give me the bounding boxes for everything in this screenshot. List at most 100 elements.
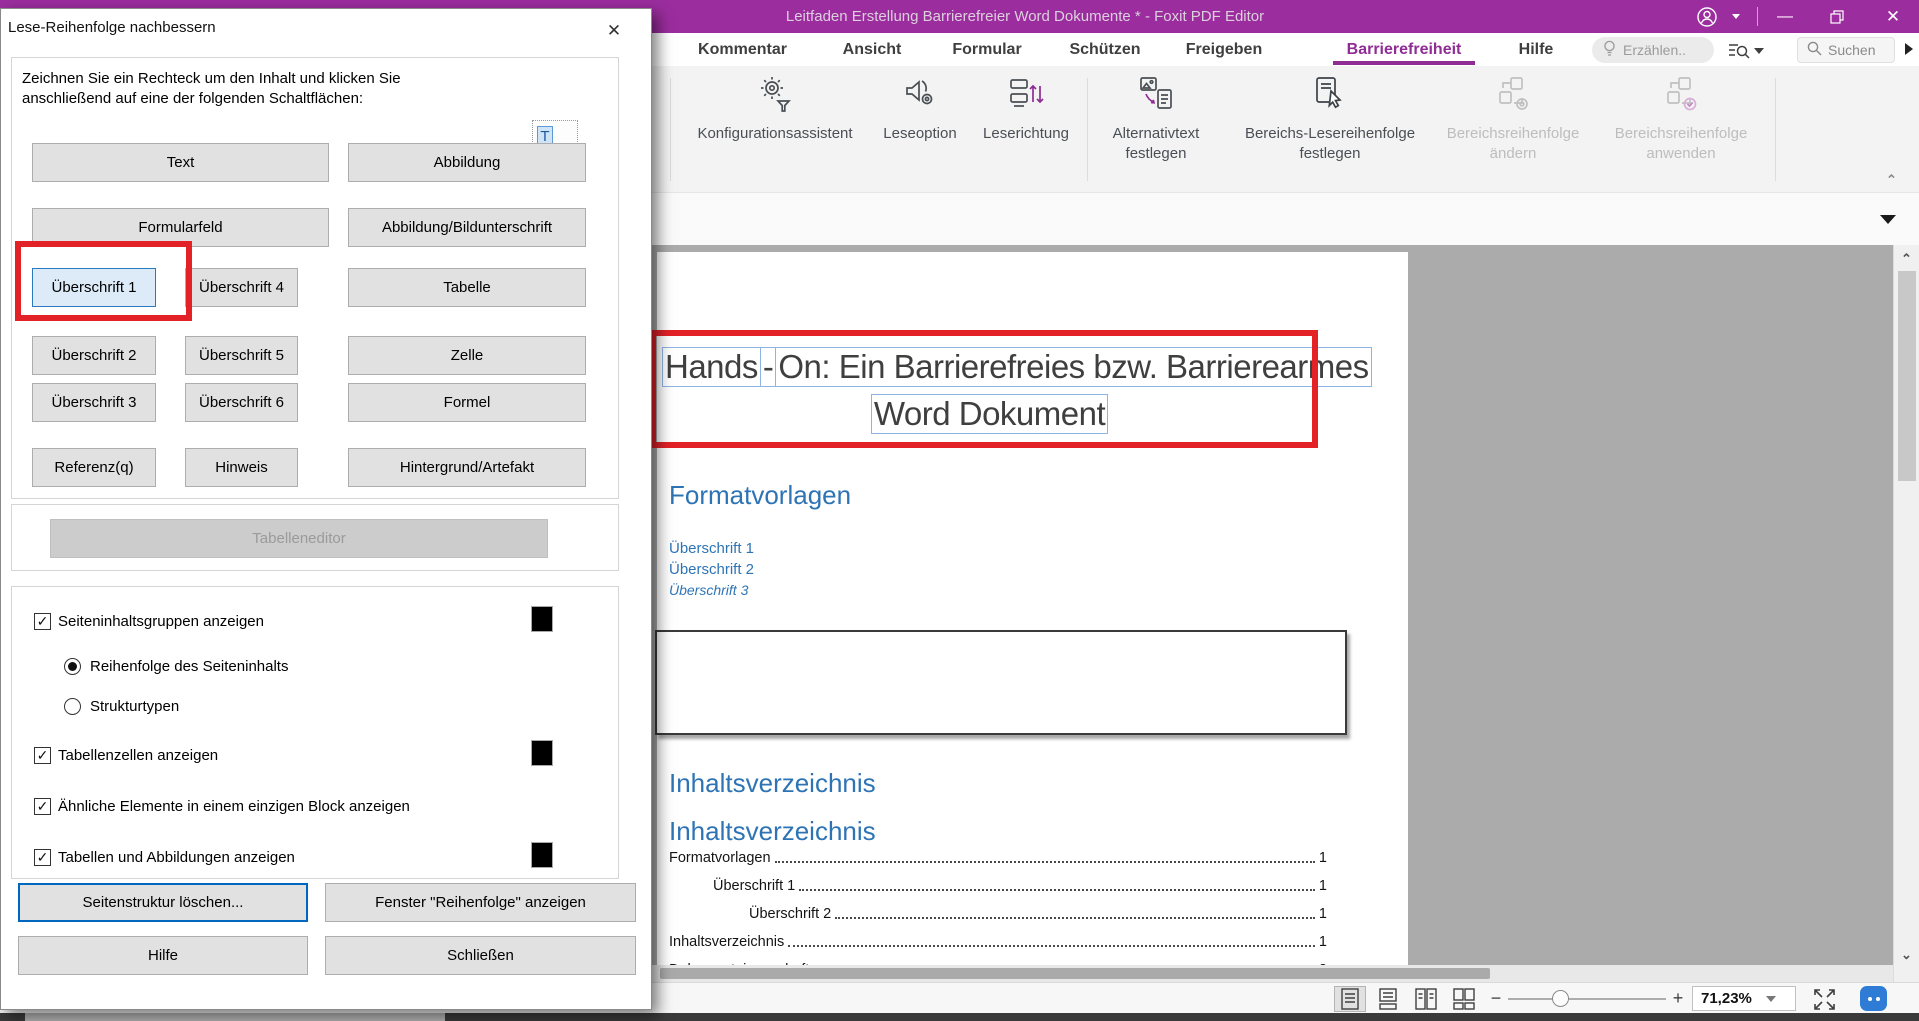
close-dialog-button[interactable]: Schließen — [325, 936, 636, 975]
tag-heading2-button[interactable]: Überschrift 2 — [32, 336, 156, 375]
zoom-slider-track[interactable] — [1508, 998, 1666, 1000]
display-options-group: ✓ Seiteninhaltsgruppen anzeigen Reihenfo… — [11, 586, 619, 879]
tab-schuetzen[interactable]: Schützen — [1069, 33, 1141, 66]
tab-hilfe[interactable]: Hilfe — [1513, 33, 1559, 66]
structure-types-radio[interactable] — [64, 698, 81, 715]
show-order-panel-button[interactable]: Fenster "Reihenfolge" anzeigen — [325, 883, 636, 922]
image-text-icon — [1137, 74, 1175, 119]
bottom-edge-band — [0, 1013, 1919, 1021]
fulltext-search-icon[interactable] — [1728, 42, 1764, 60]
search-icon — [1807, 41, 1822, 59]
single-page-view-button[interactable] — [1334, 986, 1366, 1012]
horizontal-scrollbar[interactable] — [652, 965, 1893, 982]
show-similar-elements-checkbox[interactable]: ✓ — [34, 798, 51, 815]
zoom-level-field[interactable]: 71,23% — [1692, 986, 1796, 1011]
tab-formular[interactable]: Formular — [944, 33, 1030, 66]
set-region-reading-order-button[interactable]: Bereichs-Lesereihenfolge festlegen — [1230, 74, 1430, 164]
tag-figure-caption-button[interactable]: Abbildung/Bildunterschrift — [348, 208, 586, 247]
show-table-cells-label: Tabellenzellen anzeigen — [58, 747, 218, 764]
document-cursor-icon — [1311, 74, 1349, 119]
search-box[interactable]: Suchen — [1797, 37, 1895, 63]
ribbon-group-separator — [1775, 78, 1776, 181]
tell-me-label: Erzählen.. — [1623, 42, 1686, 58]
show-table-cells-checkbox[interactable]: ✓ — [34, 747, 51, 764]
tell-me-box[interactable]: Erzählen.. — [1592, 37, 1714, 63]
ribbon-button-label: Leserichtung — [983, 124, 1069, 144]
tag-figure-button[interactable]: Abbildung — [348, 143, 586, 182]
toc-page: 1 — [1319, 878, 1327, 894]
tag-heading6-button[interactable]: Überschrift 6 — [185, 383, 298, 422]
tag-background-artifact-button[interactable]: Hintergrund/Artefakt — [348, 448, 586, 487]
continuous-view-button[interactable] — [1372, 986, 1404, 1012]
set-alt-text-button[interactable]: Alternativtext festlegen — [1104, 74, 1208, 164]
tag-formula-button[interactable]: Formel — [348, 383, 586, 422]
tag-heading3-button[interactable]: Überschrift 3 — [32, 383, 156, 422]
app-window: Leitfaden Erstellung Barrierefreier Word… — [0, 0, 1919, 1021]
tag-heading5-button[interactable]: Überschrift 5 — [185, 336, 298, 375]
ribbon-group-separator — [670, 78, 671, 181]
config-assistant-button[interactable]: Konfigurationsassistent — [683, 74, 867, 144]
toc-label: Überschrift 2 — [749, 906, 831, 922]
tab-freigeben[interactable]: Freigeben — [1183, 33, 1265, 66]
doc-heading-formatvorlagen: Formatvorlagen — [669, 480, 851, 511]
collapse-ribbon-icon[interactable]: ⌃ — [1886, 172, 1897, 188]
window-title: Leitfaden Erstellung Barrierefreier Word… — [640, 0, 1410, 33]
zoom-in-button[interactable]: + — [1670, 986, 1686, 1011]
restore-button[interactable] — [1820, 0, 1854, 33]
vertical-scrollbar-thumb[interactable] — [1898, 271, 1916, 481]
tag-reference-button[interactable]: Referenz(q) — [32, 448, 156, 487]
facing-view-button[interactable] — [1410, 986, 1442, 1012]
toc-page: 1 — [1319, 850, 1327, 866]
clear-page-structure-button[interactable]: Seitenstruktur löschen... — [18, 883, 308, 922]
swap-gear-icon-disabled — [1494, 74, 1532, 119]
minimize-button[interactable]: — — [1768, 0, 1802, 33]
page-content-color-swatch[interactable] — [531, 606, 553, 632]
scroll-down-icon[interactable]: ⌄ — [1894, 947, 1919, 963]
doc-link-ueberschrift3: Überschrift 3 — [669, 582, 748, 598]
active-tab-underline — [1333, 61, 1475, 65]
close-window-button[interactable]: ✕ — [1876, 0, 1910, 33]
help-button[interactable]: Hilfe — [18, 936, 308, 975]
show-tables-figures-checkbox[interactable]: ✓ — [34, 849, 51, 866]
read-direction-button[interactable]: Leserichtung — [975, 74, 1077, 144]
tag-text-button[interactable]: Text — [32, 143, 329, 182]
tag-heading4-button[interactable]: Überschrift 4 — [185, 268, 298, 307]
doc-heading-inhaltsverzeichnis: Inhaltsverzeichnis — [669, 768, 876, 799]
assistant-icon[interactable] — [1860, 986, 1887, 1011]
read-option-button[interactable]: Leseoption — [872, 74, 968, 144]
tables-figures-color-swatch[interactable] — [531, 842, 553, 868]
ribbon-button-label-2: anwenden — [1646, 144, 1715, 164]
page-content-order-label: Reihenfolge des Seiteninhalts — [90, 658, 288, 675]
horizontal-scrollbar-thumb[interactable] — [660, 968, 1490, 979]
tag-note-button[interactable]: Hinweis — [185, 448, 298, 487]
scroll-up-icon[interactable]: ⌃ — [1894, 251, 1919, 267]
tag-cell-button[interactable]: Zelle — [348, 336, 586, 375]
ribbon-button-label-2: ändern — [1490, 144, 1537, 164]
ribbon-button-label: Alternativtext — [1113, 124, 1200, 144]
bottom-edge-segment — [25, 1013, 445, 1021]
doc-toc-heading: Inhaltsverzeichnis — [669, 816, 876, 847]
tag-table-button[interactable]: Tabelle — [348, 268, 586, 307]
continuous-facing-view-button[interactable] — [1448, 986, 1480, 1012]
tab-ansicht[interactable]: Ansicht — [837, 33, 907, 66]
structure-types-label: Strukturtypen — [90, 698, 179, 715]
table-cells-color-swatch[interactable] — [531, 740, 553, 766]
show-page-content-groups-checkbox[interactable]: ✓ — [34, 613, 51, 630]
table-editor-group: Tabelleneditor — [11, 504, 619, 571]
red-annotation-rect-heading1 — [15, 241, 192, 321]
account-dropdown-caret-icon[interactable] — [1728, 0, 1744, 33]
scroll-down-icon[interactable] — [1880, 215, 1896, 224]
speaker-gear-icon — [902, 74, 938, 119]
more-tools-arrow-icon[interactable] — [1905, 43, 1913, 55]
account-icon[interactable] — [1692, 0, 1722, 33]
dialog-close-button[interactable]: ✕ — [597, 17, 631, 45]
toc-row: Überschrift 1 1 — [713, 878, 1327, 894]
ribbon-button-label: Bereichsreihenfolge — [1615, 124, 1748, 144]
zoom-slider-handle[interactable] — [1552, 990, 1569, 1007]
zoom-out-button[interactable]: − — [1488, 986, 1504, 1011]
tab-kommentar[interactable]: Kommentar — [690, 33, 795, 66]
toc-leader — [799, 889, 1315, 891]
vertical-scrollbar[interactable]: ⌃ ⌄ — [1893, 245, 1919, 982]
show-tables-figures-label: Tabellen und Abbildungen anzeigen — [58, 849, 295, 866]
page-content-order-radio[interactable] — [64, 658, 81, 675]
